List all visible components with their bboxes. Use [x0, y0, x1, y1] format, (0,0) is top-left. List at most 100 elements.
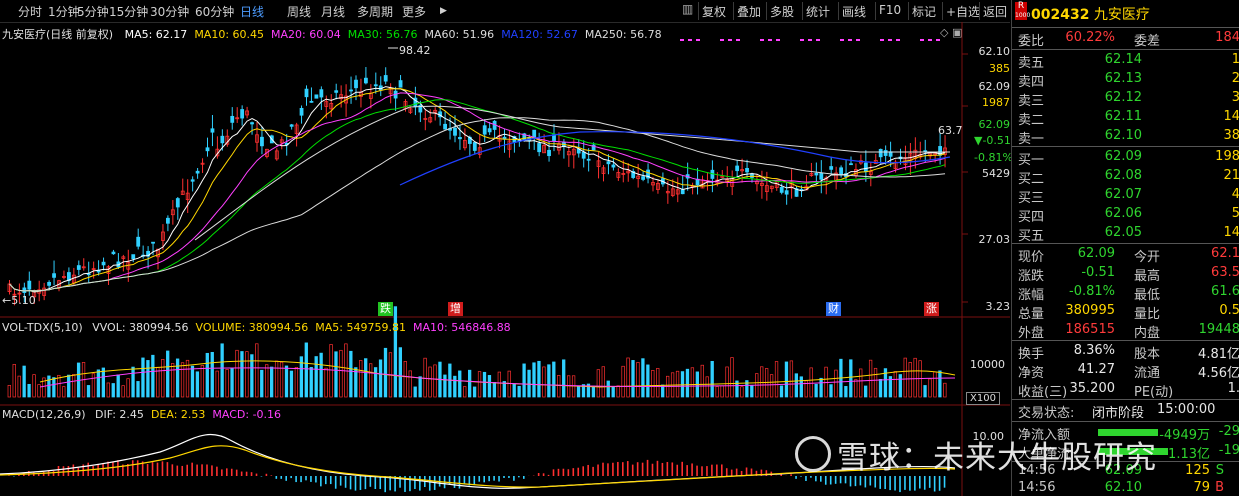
volume-bar	[740, 386, 744, 398]
candle-body	[289, 124, 294, 127]
volume-bar	[106, 382, 110, 398]
volume-bar	[121, 385, 125, 398]
kline-chart[interactable]	[0, 22, 1010, 496]
tool-separator	[875, 2, 876, 20]
candle-body	[487, 128, 492, 133]
period-tab-4[interactable]: 30分钟	[150, 3, 189, 20]
stat-value: 186515	[1065, 322, 1115, 337]
stat-row-1: 涨跌 -0.51 最高 63.5	[1018, 265, 1239, 284]
period-tab-0[interactable]: 分时	[18, 3, 42, 20]
tool-button-4[interactable]: 画线	[842, 3, 866, 20]
volume-bar	[57, 374, 61, 398]
candle-body	[111, 251, 116, 255]
volume-bar	[101, 367, 106, 398]
candle-body	[819, 172, 824, 180]
period-tab-7[interactable]: 周线	[287, 3, 311, 20]
volume-legend: VOL-TDX(5,10) VVOL: 380994.56 VOLUME: 380…	[2, 321, 518, 334]
candle-body	[309, 100, 314, 103]
volume-bar	[91, 373, 96, 398]
tick-volume: 125	[1185, 463, 1210, 478]
ask-volume: 1	[1231, 52, 1239, 67]
tool-separator	[908, 2, 909, 20]
tool-button-2[interactable]: 多股	[770, 3, 794, 20]
volume-bar	[542, 366, 546, 398]
candle-body	[136, 236, 141, 247]
ask-price: 62.13	[1104, 71, 1142, 86]
volume-bar	[309, 367, 313, 398]
candle-body	[680, 189, 685, 195]
tick-price: 62.10	[1104, 480, 1142, 495]
period-tab-6[interactable]: 日线	[240, 3, 264, 20]
volume-bar	[651, 370, 655, 398]
main_chart-ma-6: MA250: 56.78	[584, 28, 662, 41]
bid-price: 62.05	[1104, 225, 1142, 240]
tool-button-7[interactable]: +自选	[946, 3, 980, 20]
volume-bar	[62, 386, 66, 398]
tool-button-3[interactable]: 统计	[806, 3, 830, 20]
candle-body	[784, 190, 789, 195]
tool-button-1[interactable]: 叠加	[737, 3, 761, 20]
volume-bar	[878, 378, 883, 398]
volume-bar	[537, 360, 541, 398]
volume-bar	[205, 352, 209, 398]
ask-volume: 38	[1223, 128, 1239, 143]
tool-button-5[interactable]: F10	[879, 3, 901, 17]
candle-body	[586, 158, 591, 161]
volume-bar	[799, 376, 803, 398]
volume-bar	[933, 371, 937, 398]
macd_panel-values-1: DEA: 2.53	[150, 408, 206, 421]
volume-axis-unit: X100	[966, 392, 1000, 405]
candle-body	[829, 166, 834, 170]
price-axis-label-9: 3.23	[985, 300, 1011, 313]
period-tab-2[interactable]: 5分钟	[77, 3, 109, 20]
event-marker-2[interactable]: 财	[826, 302, 841, 316]
volume-bar	[225, 369, 229, 398]
more-arrow-icon[interactable]: ▶	[440, 6, 447, 16]
bid-row-2: 买三 62.07 4	[1018, 187, 1239, 206]
volume-bar	[166, 350, 170, 398]
volume-bar	[621, 365, 625, 398]
chart-type-icon[interactable]: ▥	[682, 2, 693, 16]
candle-body	[863, 162, 868, 173]
period-tab-1[interactable]: 1分钟	[48, 3, 80, 20]
bid-price: 62.09	[1104, 149, 1142, 164]
candle-body	[750, 173, 754, 178]
period-tab-10[interactable]: 更多	[402, 3, 426, 20]
volume-bar	[715, 386, 719, 398]
candle-body	[260, 136, 264, 147]
volume-bar	[859, 368, 863, 398]
period-tab-3[interactable]: 15分钟	[109, 3, 148, 20]
volume-bar	[646, 364, 650, 398]
candle-body	[76, 265, 81, 270]
volume-bar	[487, 375, 492, 398]
chart-settings-icons[interactable]: ◇ ▣	[940, 26, 962, 39]
volume-bar	[324, 367, 328, 398]
price-axis-label-0: 62.10	[978, 45, 1011, 58]
main_chart-ma-3: MA30: 56.76	[347, 28, 418, 41]
price-axis-label-8: 27.03	[978, 233, 1011, 246]
candle-body	[190, 179, 195, 182]
bid-price: 62.07	[1104, 187, 1142, 202]
event-marker-0[interactable]: 跌	[378, 302, 393, 316]
volume-bar	[136, 381, 140, 398]
fund-row-0: 换手 8.36% 股本 4.81亿	[1018, 343, 1239, 362]
period-tab-9[interactable]: 多周期	[357, 3, 393, 20]
volume-bar	[492, 381, 497, 398]
period-tab-8[interactable]: 月线	[321, 3, 345, 20]
fund-value: 4.81亿	[1198, 347, 1239, 362]
volume-bar	[532, 362, 536, 398]
tool-button-6[interactable]: 标记	[912, 3, 936, 20]
period-tab-5[interactable]: 60分钟	[195, 3, 234, 20]
volume-bar	[156, 366, 160, 398]
volume-bar	[720, 385, 724, 398]
volume-bar	[611, 386, 615, 398]
volume-bar	[923, 385, 927, 398]
volume-bar	[547, 364, 551, 398]
event-marker-1[interactable]: 增	[448, 302, 463, 316]
event-marker-3[interactable]: 涨	[924, 302, 939, 316]
stat-value: 380995	[1065, 303, 1115, 318]
tool-button-0[interactable]: 复权	[702, 3, 726, 20]
tool-button-8[interactable]: 返回	[983, 3, 1007, 20]
macd-title: MACD(12,26,9)	[2, 408, 86, 421]
volume-bar	[329, 344, 333, 398]
